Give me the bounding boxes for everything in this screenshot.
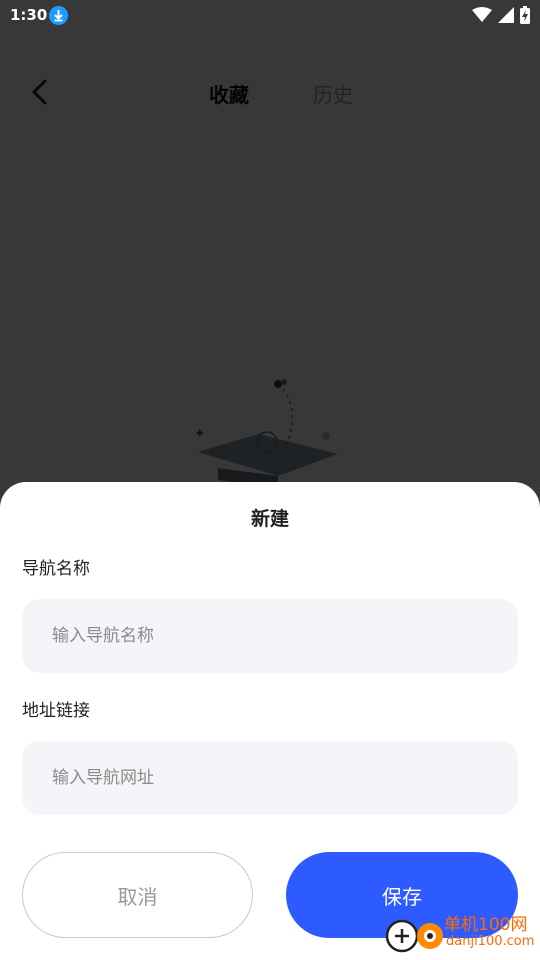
status-bar: 1:30 (0, 0, 540, 32)
battery-charging-icon (520, 6, 530, 24)
watermark-text: 单机100网 (444, 915, 528, 935)
url-input[interactable] (22, 741, 518, 815)
new-bookmark-sheet: 新建 导航名称 地址链接 取消 保存 (0, 482, 540, 960)
status-icons (472, 6, 530, 24)
download-icon (49, 6, 68, 25)
name-input[interactable] (22, 599, 518, 673)
cancel-button[interactable]: 取消 (22, 852, 253, 938)
name-label: 导航名称 (22, 559, 90, 579)
cell-signal-icon (498, 7, 514, 23)
watermark-url: danji100.com (446, 934, 535, 949)
sheet-title: 新建 (250, 508, 289, 530)
wifi-icon (472, 7, 492, 22)
watermark: 单机100网 danji100.com (385, 912, 536, 956)
status-time: 1:30 (10, 6, 48, 24)
watermark-logo-icon (385, 919, 443, 953)
url-label: 地址链接 (22, 701, 90, 721)
